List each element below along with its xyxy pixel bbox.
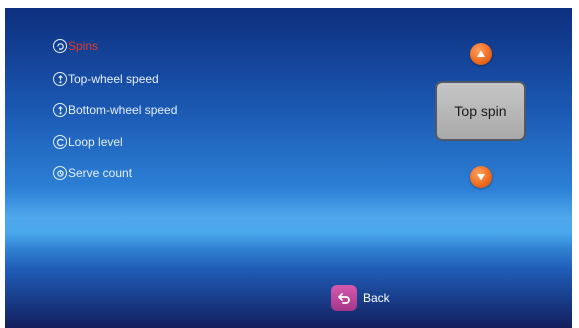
- menu-label-serve-count: Serve count: [68, 166, 133, 180]
- menu-item-serve-count[interactable]: Serve count: [53, 163, 273, 183]
- back-label: Back: [363, 291, 390, 305]
- loop-icon: [53, 135, 67, 149]
- decrease-button[interactable]: [470, 166, 492, 188]
- top-wheel-icon: [53, 72, 67, 86]
- spin-value-display[interactable]: Top spin: [435, 81, 526, 141]
- serve-count-icon: [53, 166, 67, 180]
- back-arrow-icon: [331, 285, 357, 311]
- menu-item-bottom-wheel-speed[interactable]: Bottom-wheel speed: [53, 100, 273, 120]
- arrow-up-icon: [477, 50, 485, 57]
- menu-item-spins[interactable]: Spins: [53, 36, 273, 56]
- spin-icon: [53, 39, 67, 53]
- back-button[interactable]: Back: [331, 285, 390, 311]
- device-screen: Spins Top-wheel speed Bottom-wheel speed…: [5, 8, 572, 328]
- menu-label-loop-level: Loop level: [68, 135, 123, 149]
- background-glow: [5, 188, 572, 248]
- increase-button[interactable]: [470, 43, 492, 65]
- bottom-wheel-icon: [53, 103, 67, 117]
- menu-label-spins: Spins: [68, 39, 99, 53]
- menu-item-loop-level[interactable]: Loop level: [53, 132, 273, 152]
- arrow-down-icon: [477, 174, 485, 181]
- menu-item-top-wheel-speed[interactable]: Top-wheel speed: [53, 69, 273, 89]
- menu-label-bottom-wheel-speed: Bottom-wheel speed: [68, 103, 178, 117]
- spin-value-text: Top spin: [454, 103, 507, 119]
- menu-label-top-wheel-speed: Top-wheel speed: [68, 72, 159, 86]
